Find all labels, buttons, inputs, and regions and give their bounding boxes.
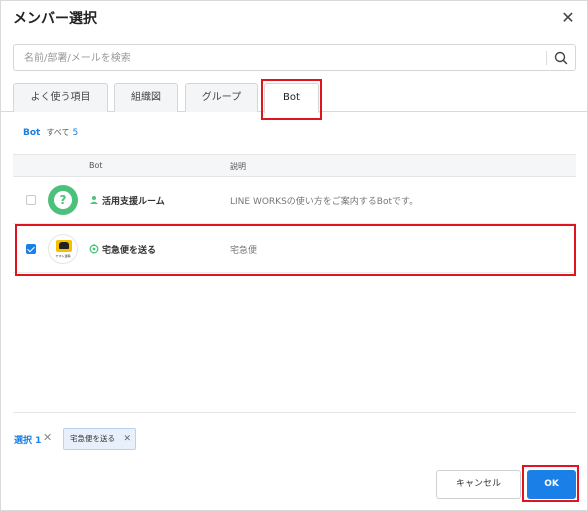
- row-checkbox[interactable]: [26, 195, 36, 205]
- table-row[interactable]: ? 活用支援ルーム LINE WORKSの使い方をご案内するBotです。: [13, 178, 576, 224]
- chip-label: 宅急便を送る: [70, 434, 115, 443]
- breadcrumb-all: すべて: [46, 128, 70, 137]
- column-header-bot: Bot: [89, 161, 103, 170]
- dialog-title: メンバー選択: [13, 11, 97, 27]
- search-icon[interactable]: [553, 50, 569, 66]
- selection-label: 選択 1: [14, 436, 42, 446]
- close-icon[interactable]: ✕: [559, 9, 577, 27]
- bot-name: 宅急便を送る: [102, 246, 157, 256]
- person-bot-icon: [90, 196, 98, 204]
- bot-name-cell: 活用支援ルーム: [89, 194, 165, 207]
- tab-group[interactable]: グループ: [185, 83, 258, 112]
- column-header-description: 説明: [230, 162, 246, 171]
- table-header: Bot 説明: [13, 154, 576, 177]
- yamato-logo-icon: ヤマト運輸: [48, 234, 78, 264]
- row-checkbox[interactable]: [26, 244, 36, 254]
- search-divider: [546, 51, 547, 65]
- search-input[interactable]: [24, 49, 534, 67]
- bot-name: 活用支援ルーム: [102, 197, 165, 207]
- selected-chip: 宅急便を送る ✕: [63, 428, 136, 450]
- bot-circle-icon: [89, 244, 99, 254]
- table-row[interactable]: ヤマト運輸 宅急便を送る 宅急便: [13, 227, 576, 273]
- clear-selection-icon[interactable]: ✕: [43, 431, 52, 444]
- selection-count: 1: [35, 436, 42, 446]
- tab-org-chart[interactable]: 組織図: [114, 83, 178, 112]
- chip-remove-icon[interactable]: ✕: [123, 429, 131, 449]
- cancel-button[interactable]: キャンセル: [436, 470, 521, 499]
- tab-bot[interactable]: Bot: [264, 83, 319, 113]
- breadcrumb-count: 5: [72, 128, 79, 138]
- bot-description: LINE WORKSの使い方をご案内するBotです。: [230, 197, 419, 207]
- breadcrumb: Bot すべて 5: [23, 127, 78, 138]
- breadcrumb-current[interactable]: Bot: [23, 128, 40, 138]
- search-box: [13, 44, 576, 71]
- avatar-logo-text: ヤマト運輸: [55, 254, 71, 258]
- member-select-dialog: メンバー選択 ✕ よく使う項目 組織図 グループ Bot Bot すべて5 Bot…: [0, 0, 588, 511]
- ok-button[interactable]: OK: [527, 470, 576, 499]
- selection-divider: [13, 412, 576, 413]
- question-avatar-icon: ?: [48, 185, 78, 215]
- bot-name-cell: 宅急便を送る: [89, 243, 156, 256]
- tab-favorites[interactable]: よく使う項目: [13, 83, 108, 112]
- bot-description: 宅急便: [230, 246, 258, 256]
